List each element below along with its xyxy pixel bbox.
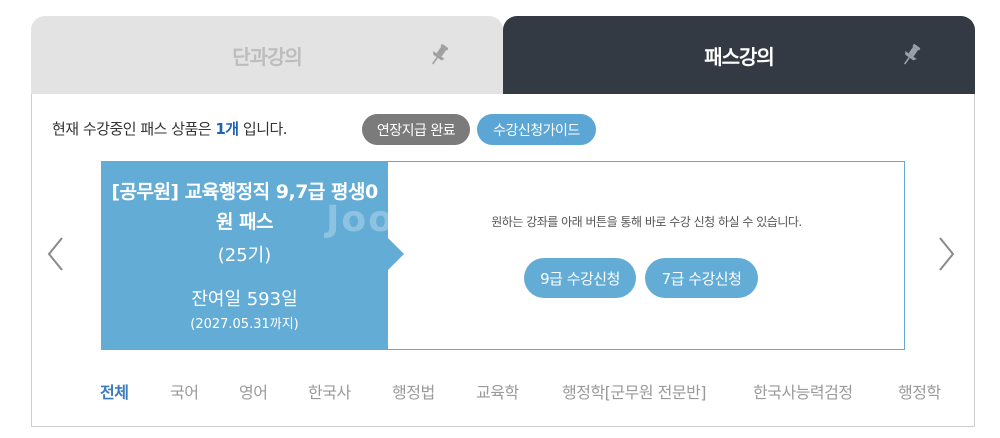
category-all[interactable]: 전체 bbox=[100, 379, 129, 403]
course-info-block: Joo [공무원] 교육행정직 9,7급 평생0원 패스 (25기) 잔여일 5… bbox=[101, 161, 388, 350]
category-korean-history[interactable]: 한국사 bbox=[308, 379, 351, 403]
pass-count-prefix: 현재 수강중인 패스 상품은 bbox=[52, 120, 216, 138]
course-term: (25기) bbox=[217, 245, 272, 266]
category-korean[interactable]: 국어 bbox=[170, 379, 199, 403]
chevron-left-icon[interactable] bbox=[46, 236, 66, 272]
category-public-admin[interactable]: 행정학 bbox=[898, 379, 941, 403]
grade7-enroll-button[interactable]: 7급 수강신청 bbox=[645, 258, 758, 298]
expiry-date: (2027.05.31까지) bbox=[190, 317, 299, 332]
tab-single-lecture-label: 단과강의 bbox=[232, 44, 303, 69]
enroll-instruction: 원하는 강좌를 아래 버튼을 통해 바로 수강 신청 하실 수 있습니다. bbox=[491, 215, 802, 229]
tab-pass-lecture-label: 패스강의 bbox=[704, 44, 775, 69]
tab-pass-lecture[interactable]: 패스강의 bbox=[503, 16, 975, 94]
pin-icon[interactable] bbox=[899, 42, 923, 68]
category-education[interactable]: 교육학 bbox=[476, 379, 519, 403]
category-public-admin-military[interactable]: 행정학[군무원 전문반] bbox=[562, 379, 707, 403]
category-administrative-law[interactable]: 행정법 bbox=[392, 379, 435, 403]
remaining-days: 잔여일 593일 bbox=[191, 289, 298, 310]
course-title: [공무원] 교육행정직 9,7급 평생0원 패스 bbox=[111, 181, 378, 233]
card-pointer-arrow bbox=[388, 238, 404, 270]
pass-count-suffix: 입니다. bbox=[238, 120, 288, 138]
enrollment-guide-button[interactable]: 수강신청가이드 bbox=[477, 114, 596, 145]
tab-single-lecture[interactable]: 단과강의 bbox=[31, 16, 503, 94]
grade9-enroll-button[interactable]: 9급 수강신청 bbox=[524, 258, 636, 298]
category-korean-history-exam[interactable]: 한국사능력검정 bbox=[753, 379, 853, 403]
pass-count-value: 1개 bbox=[215, 120, 239, 138]
pass-count-info: 현재 수강중인 패스 상품은 1개 입니다. bbox=[52, 118, 288, 139]
chevron-right-icon[interactable] bbox=[936, 236, 956, 272]
pin-icon[interactable] bbox=[427, 42, 451, 68]
category-english[interactable]: 영어 bbox=[239, 379, 268, 403]
extension-complete-button[interactable]: 연장지급 완료 bbox=[362, 114, 470, 145]
